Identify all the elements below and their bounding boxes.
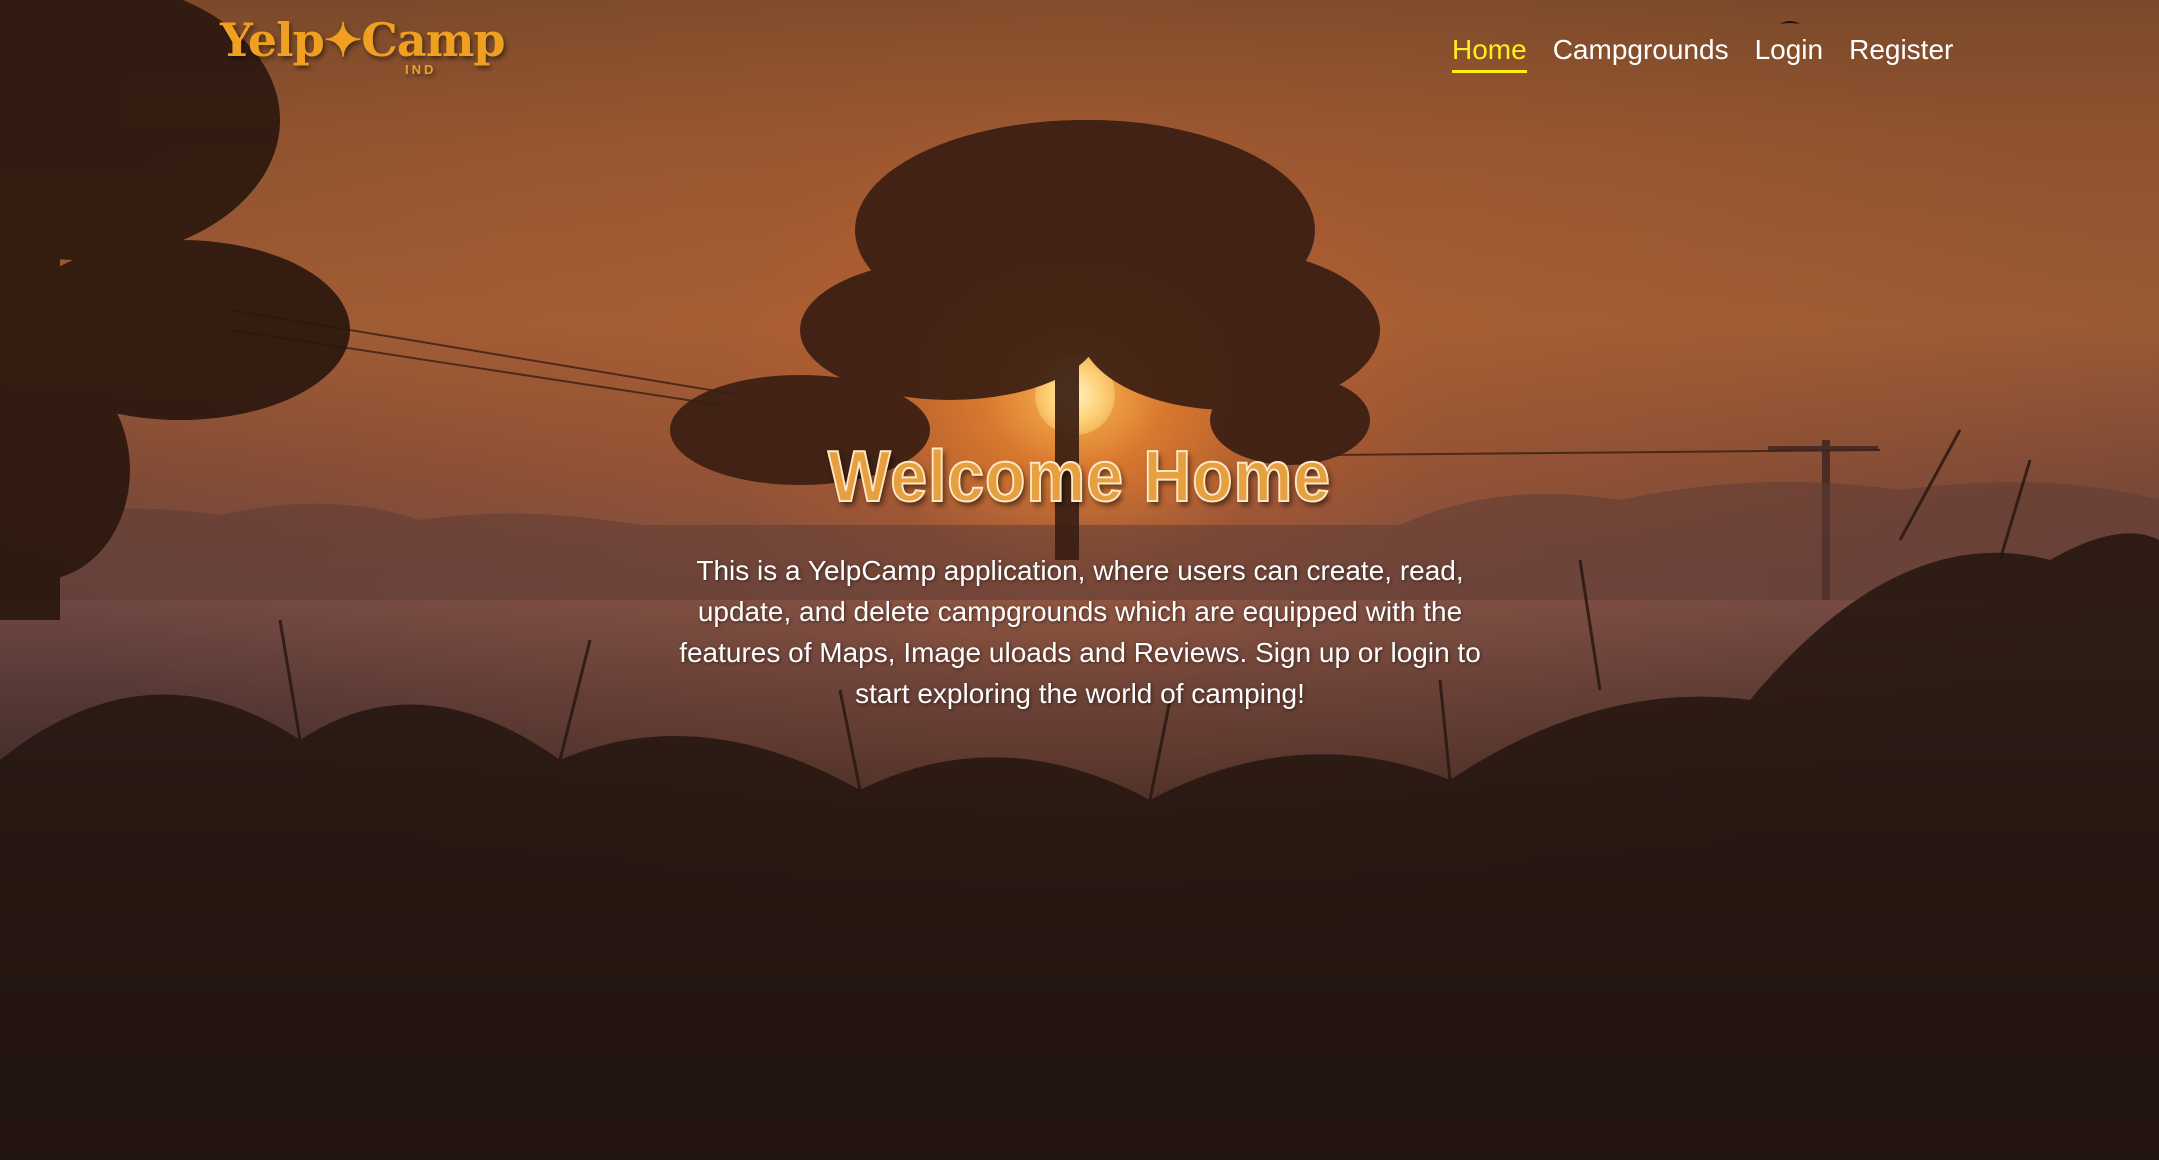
hero-title: Welcome Home [827, 436, 1332, 518]
logo-subtext: IND [405, 62, 437, 77]
brand-logo[interactable]: Yelp✦Camp IND [220, 13, 506, 77]
nav-link-login[interactable]: Login [1755, 34, 1824, 73]
logo-text: Yelp✦Camp [220, 13, 506, 67]
landing-page: Yelp✦Camp IND Home Campgrounds Login Reg… [0, 0, 2159, 1160]
nav-link-campgrounds[interactable]: Campgrounds [1553, 34, 1729, 73]
nav-link-home[interactable]: Home [1452, 34, 1527, 73]
nav-link-register[interactable]: Register [1849, 34, 1953, 73]
main-nav: Home Campgrounds Login Register [1452, 34, 1979, 73]
hero-description: This is a YelpCamp application, where us… [679, 555, 1481, 709]
